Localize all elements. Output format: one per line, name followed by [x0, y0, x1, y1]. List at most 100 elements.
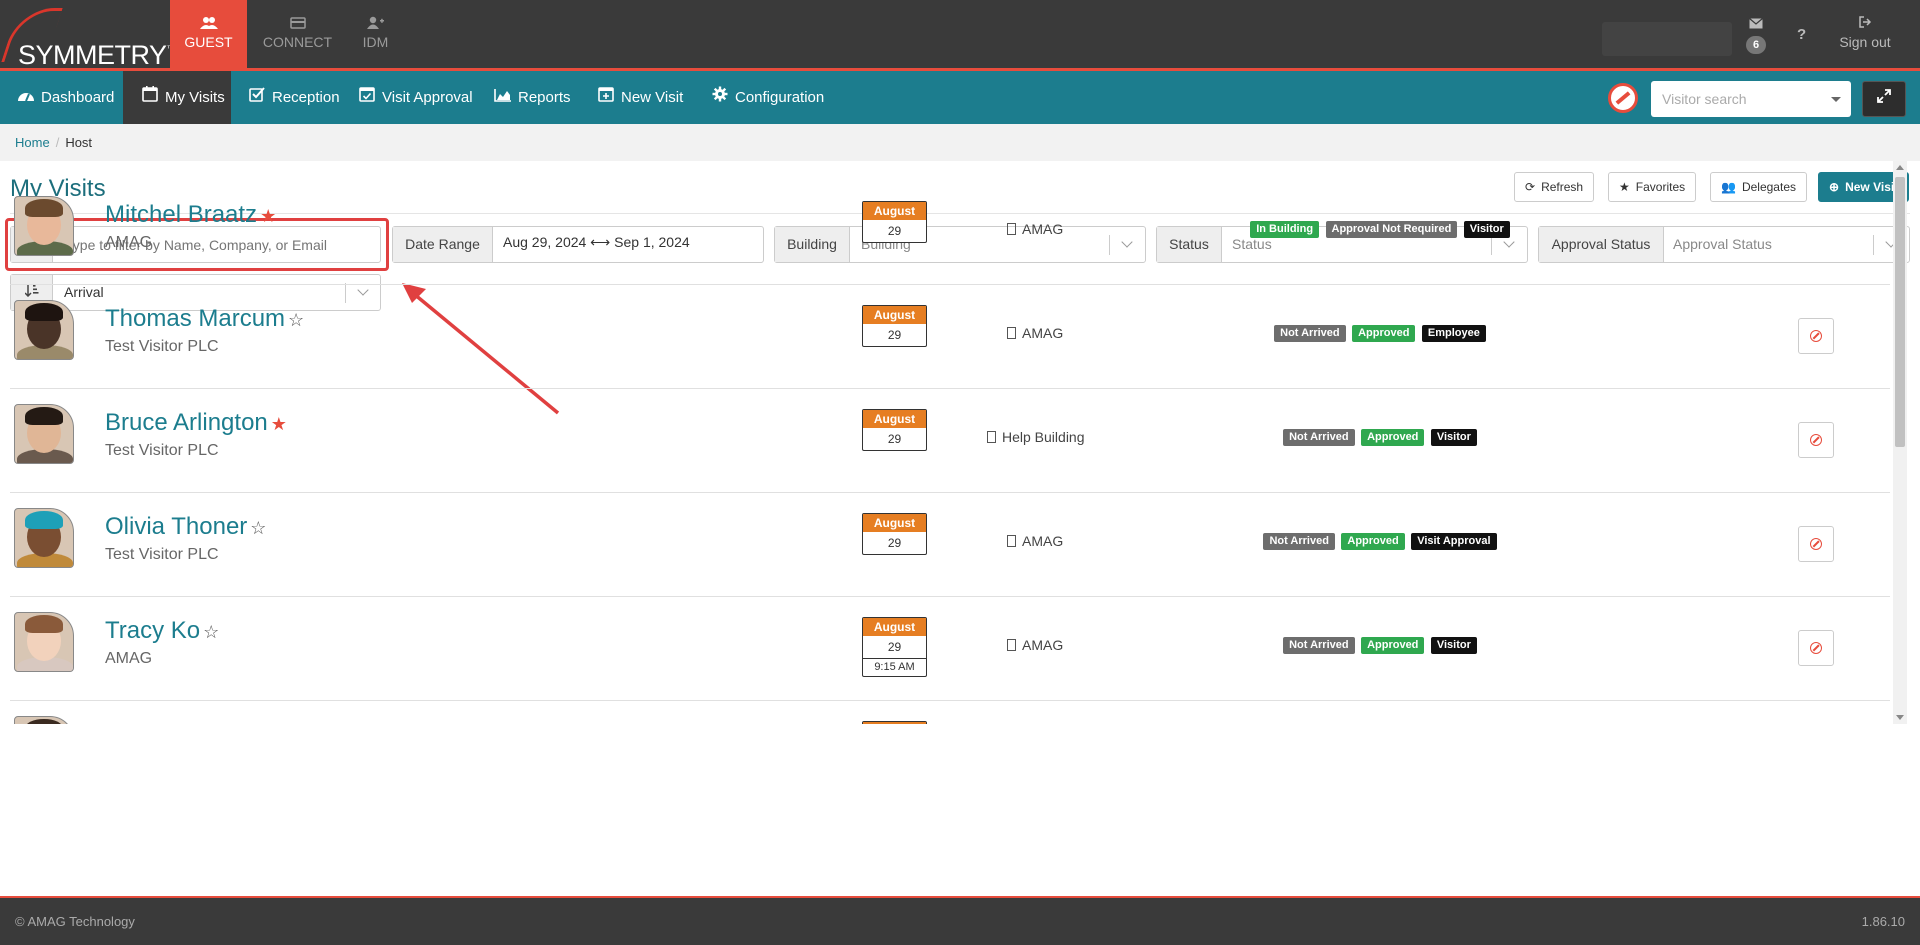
cancel-visit-button[interactable]: [1798, 526, 1834, 562]
visit-tags: In Building Approval Not Required Visito…: [1100, 219, 1660, 238]
cancel-visit-button[interactable]: [1798, 422, 1834, 458]
user-info-box: [1602, 22, 1732, 56]
arrival-day: 29: [887, 640, 902, 654]
visit-tags: Not Arrived Approved Visit Approval: [1100, 531, 1660, 550]
visitor-name[interactable]: Olivia Thoner ☆: [105, 513, 266, 541]
visitor-search-placeholder: Visitor search: [1662, 91, 1747, 107]
arrival-month: August: [863, 514, 926, 532]
breadcrumb-home[interactable]: Home: [15, 135, 50, 150]
building-icon: [1007, 327, 1016, 339]
building-name: AMAG: [1022, 325, 1064, 341]
visit-building: AMAG: [1007, 533, 1063, 549]
star-filled-icon[interactable]: ★: [271, 414, 287, 434]
avatar[interactable]: [14, 196, 74, 256]
visitor-company: Test Visitor PLC: [105, 546, 219, 563]
status-tag: Approval Not Required: [1325, 221, 1458, 238]
visit-row[interactable]: Bruce Arlington ★ Test Visitor PLC August…: [10, 389, 1890, 493]
visitor-name-link[interactable]: Tracy Ko: [105, 617, 200, 644]
cancel-visit-button[interactable]: [1798, 630, 1834, 666]
avatar[interactable]: [14, 612, 74, 672]
version: 1.86.10: [1861, 914, 1905, 929]
nav-visit-approval[interactable]: Visit Approval: [358, 71, 473, 124]
avatar[interactable]: [14, 508, 74, 568]
visit-list: Mitchel Braatz ★ AMAG August 29 AMAG In B…: [0, 161, 1892, 724]
status-tag: Employee: [1421, 325, 1486, 342]
building-icon: [987, 431, 996, 443]
nav-reports[interactable]: Reports: [494, 71, 571, 124]
visitor-name[interactable]: Matt Schwager☆: [105, 721, 284, 724]
calendar-plus-icon: [597, 71, 615, 124]
visit-row[interactable]: Thomas Marcum ☆ Test Visitor PLC August 2…: [10, 285, 1890, 389]
visit-list-scrollbar[interactable]: [1893, 161, 1907, 724]
dashboard-icon: [17, 71, 35, 124]
users-icon: [170, 16, 247, 34]
nav-configuration[interactable]: Configuration: [711, 71, 824, 124]
star-outline-icon[interactable]: ☆: [203, 622, 219, 642]
star-filled-icon[interactable]: ★: [260, 206, 276, 226]
star-outline-icon[interactable]: ☆: [288, 310, 304, 330]
visitor-name[interactable]: Bruce Arlington ★: [105, 409, 287, 437]
visitor-name-link[interactable]: Matt Schwager: [105, 721, 265, 724]
expand-button[interactable]: [1862, 81, 1906, 117]
arrival-day: 29: [887, 328, 902, 342]
footer: © AMAG Technology 1.86.10: [0, 896, 1920, 945]
help-icon[interactable]: ?: [1797, 26, 1806, 43]
scroll-up-icon[interactable]: [1896, 165, 1904, 170]
visitor-company: AMAG: [105, 650, 153, 667]
visitor-search-select[interactable]: Visitor search: [1651, 81, 1851, 117]
nav-reception[interactable]: Reception: [248, 71, 340, 124]
visitor-name-link[interactable]: Mitchel Braatz: [105, 201, 257, 228]
cancel-visit-button[interactable]: [1798, 318, 1834, 354]
nav-dashboard[interactable]: Dashboard: [17, 71, 114, 124]
arrival-month: August: [863, 202, 926, 220]
avatar[interactable]: [14, 300, 74, 360]
user-plus-icon: [337, 16, 414, 34]
sign-out-label: Sign out: [1839, 34, 1891, 50]
building-name: Help Building: [1002, 429, 1085, 445]
avatar[interactable]: [14, 404, 74, 464]
avatar[interactable]: [14, 716, 74, 724]
sign-out-button[interactable]: Sign out: [1830, 16, 1900, 50]
status-tag: Not Arrived: [1274, 325, 1346, 342]
status-tag: Visitor: [1430, 429, 1477, 446]
card-icon: [259, 16, 336, 34]
visit-row[interactable]: Tracy Ko ☆ AMAG August 29 9:15 AM AMAG No…: [10, 597, 1890, 701]
visitor-name-link[interactable]: Olivia Thoner: [105, 513, 247, 540]
nav-configuration-label: Configuration: [735, 89, 825, 106]
arrival-month: August: [863, 306, 926, 324]
avatar-hair: [25, 407, 63, 425]
building-name: AMAG: [1022, 637, 1064, 653]
arrival-date: August 29: [862, 305, 927, 347]
mail-icon[interactable]: [1749, 16, 1763, 33]
scroll-down-icon[interactable]: [1896, 715, 1904, 720]
module-connect[interactable]: CONNECT: [259, 0, 336, 68]
symmetry-logo[interactable]: SYMMETRY™: [1, 6, 175, 70]
star-outline-icon[interactable]: ☆: [250, 518, 266, 538]
brand-name: SYMMETRY: [18, 40, 167, 70]
visit-row[interactable]: Olivia Thoner ☆ Test Visitor PLC August 2…: [10, 493, 1890, 597]
building-name: AMAG: [1022, 533, 1064, 549]
nav-new-visit[interactable]: New Visit: [597, 71, 683, 124]
visitor-name[interactable]: Mitchel Braatz ★: [105, 201, 276, 229]
module-guest[interactable]: GUEST: [170, 0, 247, 68]
module-idm-label: IDM: [362, 34, 389, 50]
status-tag: Not Arrived: [1283, 637, 1355, 654]
visitor-name-link[interactable]: Bruce Arlington: [105, 409, 268, 436]
scrollbar-thumb[interactable]: [1895, 177, 1905, 447]
arrival-month: August: [863, 410, 926, 428]
visitor-name-link[interactable]: Thomas Marcum: [105, 305, 285, 332]
nav-my-visits[interactable]: My Visits: [123, 71, 231, 124]
visitor-name[interactable]: Tracy Ko ☆: [105, 617, 219, 645]
visit-row[interactable]: Mitchel Braatz ★ AMAG August 29 AMAG In B…: [10, 181, 1890, 285]
arrival-day: 29: [887, 224, 902, 238]
visit-building: Help Building: [987, 429, 1085, 445]
no-entry-icon[interactable]: [1608, 83, 1638, 113]
top-bar: SYMMETRY™ GUEST CONNECT IDM 6 ? Sign out: [0, 0, 1920, 71]
visitor-name[interactable]: Thomas Marcum ☆: [105, 305, 304, 333]
building-icon: [1007, 535, 1016, 547]
mail-count-badge: 6: [1746, 36, 1766, 54]
visit-row[interactable]: Matt Schwager☆ August 29 AMAG Not Arrive…: [10, 701, 1890, 724]
visitor-company: Test Visitor PLC: [105, 442, 219, 459]
module-idm[interactable]: IDM: [337, 0, 414, 68]
sign-out-icon: [1830, 16, 1900, 34]
